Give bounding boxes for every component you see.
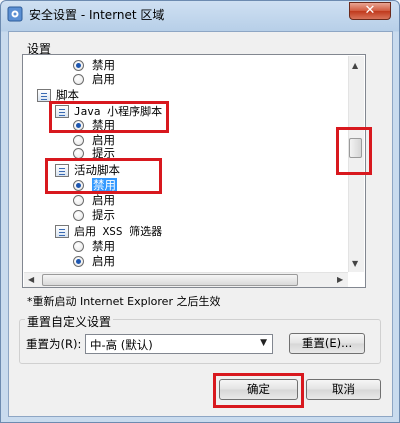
cancel-button[interactable]: 取消 [306, 379, 381, 400]
highlight-box [336, 127, 372, 175]
reset-level-select[interactable]: 中-高 (默认) ▼ [85, 334, 273, 354]
scroll-right-icon[interactable]: ▶ [337, 275, 343, 284]
radio-button[interactable] [73, 210, 84, 221]
script-category-icon [55, 225, 69, 238]
restart-note: *重新启动 Internet Explorer 之后生效 [27, 295, 221, 308]
scroll-left-icon[interactable]: ◀ [28, 275, 34, 284]
close-icon: ✕ [364, 3, 376, 18]
security-settings-window: 安全设置 - Internet 区域 ✕ 设置 禁用 启用 脚本 Java 小程… [0, 0, 400, 423]
reset-button[interactable]: 重置(E)... [289, 333, 365, 354]
list-item[interactable]: 启用 [73, 73, 115, 86]
list-item[interactable]: 提示 [73, 209, 115, 222]
close-button[interactable]: ✕ [349, 2, 391, 20]
reset-level-value: 中-高 (默认) [90, 338, 153, 352]
highlight-box [49, 101, 169, 133]
window-title: 安全设置 - Internet 区域 [29, 8, 165, 22]
radio-button[interactable] [73, 256, 84, 267]
list-item[interactable]: 启用 [73, 194, 115, 207]
radio-button[interactable] [73, 135, 84, 146]
category-item: 启用 XSS 筛选器 [55, 225, 162, 238]
list-item[interactable]: 禁用 [73, 240, 115, 253]
radio-button[interactable] [73, 60, 84, 71]
scroll-down-icon[interactable]: ▼ [352, 259, 358, 268]
chevron-down-icon: ▼ [260, 338, 267, 348]
list-item[interactable]: 禁用 [73, 59, 115, 72]
radio-button[interactable] [73, 195, 84, 206]
reset-group-label: 重置自定义设置 [25, 313, 114, 330]
horizontal-scroll-thumb[interactable] [42, 274, 298, 286]
radio-button[interactable] [73, 74, 84, 85]
scroll-up-icon[interactable]: ▲ [352, 61, 358, 70]
list-item[interactable]: 启用 [73, 255, 115, 268]
radio-button[interactable] [73, 241, 84, 252]
ok-button[interactable]: 确定 [219, 379, 298, 400]
reset-to-label: 重置为(R): [26, 337, 82, 351]
highlight-box [45, 158, 162, 194]
title-bar[interactable]: 安全设置 - Internet 区域 ✕ [1, 1, 399, 31]
security-settings-icon [7, 6, 23, 22]
